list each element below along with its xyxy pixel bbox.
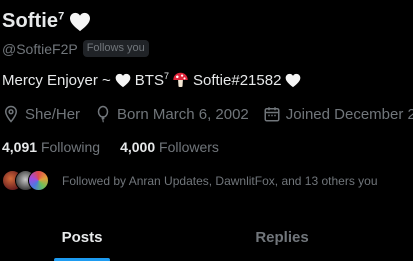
calendar-icon	[264, 107, 280, 122]
bio-text-2: BTS7	[134, 71, 169, 89]
mutual-avatars	[2, 170, 50, 192]
followed-by-text: Followed by Anran Updates, DawnlitFox, a…	[62, 174, 378, 188]
white-heart-icon	[286, 73, 301, 87]
followers-label: Followers	[159, 139, 219, 155]
followers-link[interactable]: 4,000 Followers	[120, 139, 219, 155]
display-name-superscript: 7	[58, 10, 65, 23]
balloon-icon	[97, 105, 109, 123]
white-heart-icon	[70, 12, 91, 31]
mushroom-icon	[173, 72, 188, 87]
handle: @SoftieF2P	[2, 40, 78, 57]
followers-you-know[interactable]: Followed by Anran Updates, DawnlitFox, a…	[2, 170, 378, 192]
profile-tabs: Posts Replies	[0, 213, 413, 261]
profile-meta-row: She/Her Born March 6, 2002 Joined Decemb…	[2, 105, 413, 123]
profile-page: Softie7 @SoftieF2P Follows you Mercy Enj…	[0, 0, 413, 261]
white-heart-icon	[115, 73, 131, 87]
pronouns-text: She/Her	[25, 105, 81, 123]
follow-stats: 4,091 Following 4,000 Followers	[2, 139, 239, 155]
bio-superscript: 7	[163, 71, 169, 81]
display-name: Softie7	[2, 10, 65, 32]
tab-posts[interactable]: Posts	[22, 213, 142, 261]
following-label: Following	[40, 139, 101, 155]
joined-item: Joined December 2	[263, 105, 413, 123]
bio-text-1: Mercy Enjoyer ~	[2, 71, 111, 89]
follows-you-badge: Follows you	[82, 40, 149, 57]
location-pin-icon	[4, 105, 18, 123]
following-count: 4,091	[2, 139, 38, 155]
birthday-item: Born March 6, 2002	[94, 105, 249, 123]
followers-count: 4,000	[120, 139, 156, 155]
bio: Mercy Enjoyer ~ BTS7 Softie#21582	[2, 71, 305, 89]
pronouns-item: She/Her	[2, 105, 80, 123]
joined-text: Joined December 2	[285, 105, 413, 123]
born-text: Born March 6, 2002	[117, 105, 249, 123]
bio-text-3: Softie#21582	[193, 71, 282, 89]
tab-replies[interactable]: Replies	[222, 213, 342, 261]
display-name-row: Softie7	[2, 10, 91, 33]
avatar	[28, 170, 49, 191]
handle-row: @SoftieF2P Follows you	[2, 40, 149, 57]
following-link[interactable]: 4,091 Following	[2, 139, 100, 155]
